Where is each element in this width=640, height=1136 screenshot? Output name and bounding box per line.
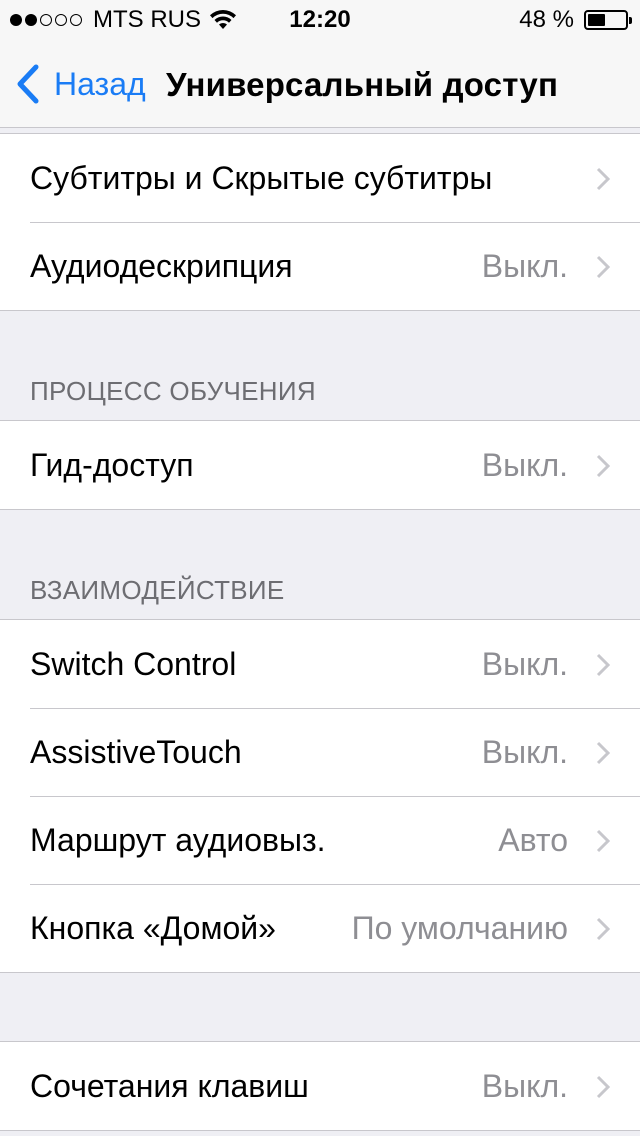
chevron-right-icon	[596, 454, 610, 478]
page-title: Универсальный доступ	[166, 66, 559, 103]
settings-group-learning: Гид-доступ Выкл.	[0, 420, 640, 510]
row-value: По умолчанию	[351, 910, 568, 946]
row-label: Гид-доступ	[30, 447, 194, 483]
row-value: Выкл.	[481, 248, 568, 284]
status-right: 48 %	[519, 6, 632, 34]
row-switch-control[interactable]: Switch Control Выкл.	[0, 620, 640, 708]
status-bar: MTS RUS 12:20 48 %	[0, 0, 640, 40]
section-header-interaction: ВЗАИМОДЕЙСТВИЕ	[30, 575, 285, 605]
chevron-right-icon	[596, 653, 610, 677]
row-label: AssistiveTouch	[30, 734, 242, 770]
chevron-right-icon	[596, 829, 610, 853]
settings-group-media: Субтитры и Скрытые субтитры Аудиодескрип…	[0, 133, 640, 311]
row-subtitles[interactable]: Субтитры и Скрытые субтитры	[0, 134, 640, 222]
row-assistive-touch[interactable]: AssistiveTouch Выкл.	[0, 708, 640, 796]
back-button-label: Назад	[54, 65, 146, 102]
row-audio-description[interactable]: Аудиодескрипция Выкл.	[0, 222, 640, 310]
chevron-right-icon	[596, 917, 610, 941]
navigation-bar: Назад Универсальный доступ	[0, 40, 640, 128]
chevron-right-icon	[596, 741, 610, 765]
row-label: Switch Control	[30, 646, 237, 682]
chevron-right-icon	[596, 167, 610, 191]
settings-group-shortcuts: Сочетания клавиш Выкл.	[0, 1041, 640, 1131]
row-guided-access[interactable]: Гид-доступ Выкл.	[0, 421, 640, 509]
section-header-learning: ПРОЦЕСС ОБУЧЕНИЯ	[30, 376, 316, 406]
row-value: Выкл.	[481, 646, 568, 682]
row-label: Кнопка «Домой»	[30, 910, 276, 946]
row-label: Субтитры и Скрытые субтитры	[30, 160, 493, 196]
settings-group-interaction: Switch Control Выкл. AssistiveTouch Выкл…	[0, 619, 640, 973]
row-value: Выкл.	[481, 1068, 568, 1104]
row-value: Выкл.	[481, 447, 568, 483]
chevron-right-icon	[596, 1075, 610, 1099]
row-home-button[interactable]: Кнопка «Домой» По умолчанию	[0, 884, 640, 972]
row-value: Выкл.	[481, 734, 568, 770]
row-label: Маршрут аудиовыз.	[30, 822, 326, 858]
back-button[interactable]: Назад	[16, 60, 146, 108]
battery-percent: 48 %	[519, 6, 574, 33]
chevron-left-icon	[17, 64, 39, 104]
row-label: Сочетания клавиш	[30, 1068, 309, 1104]
row-call-audio-routing[interactable]: Маршрут аудиовыз. Авто	[0, 796, 640, 884]
battery-fill	[588, 14, 606, 26]
row-value: Авто	[498, 822, 568, 858]
row-label: Аудиодескрипция	[30, 248, 293, 284]
chevron-right-icon	[596, 255, 610, 279]
row-keyboard-shortcuts[interactable]: Сочетания клавиш Выкл.	[0, 1042, 640, 1130]
battery-icon	[584, 10, 632, 30]
